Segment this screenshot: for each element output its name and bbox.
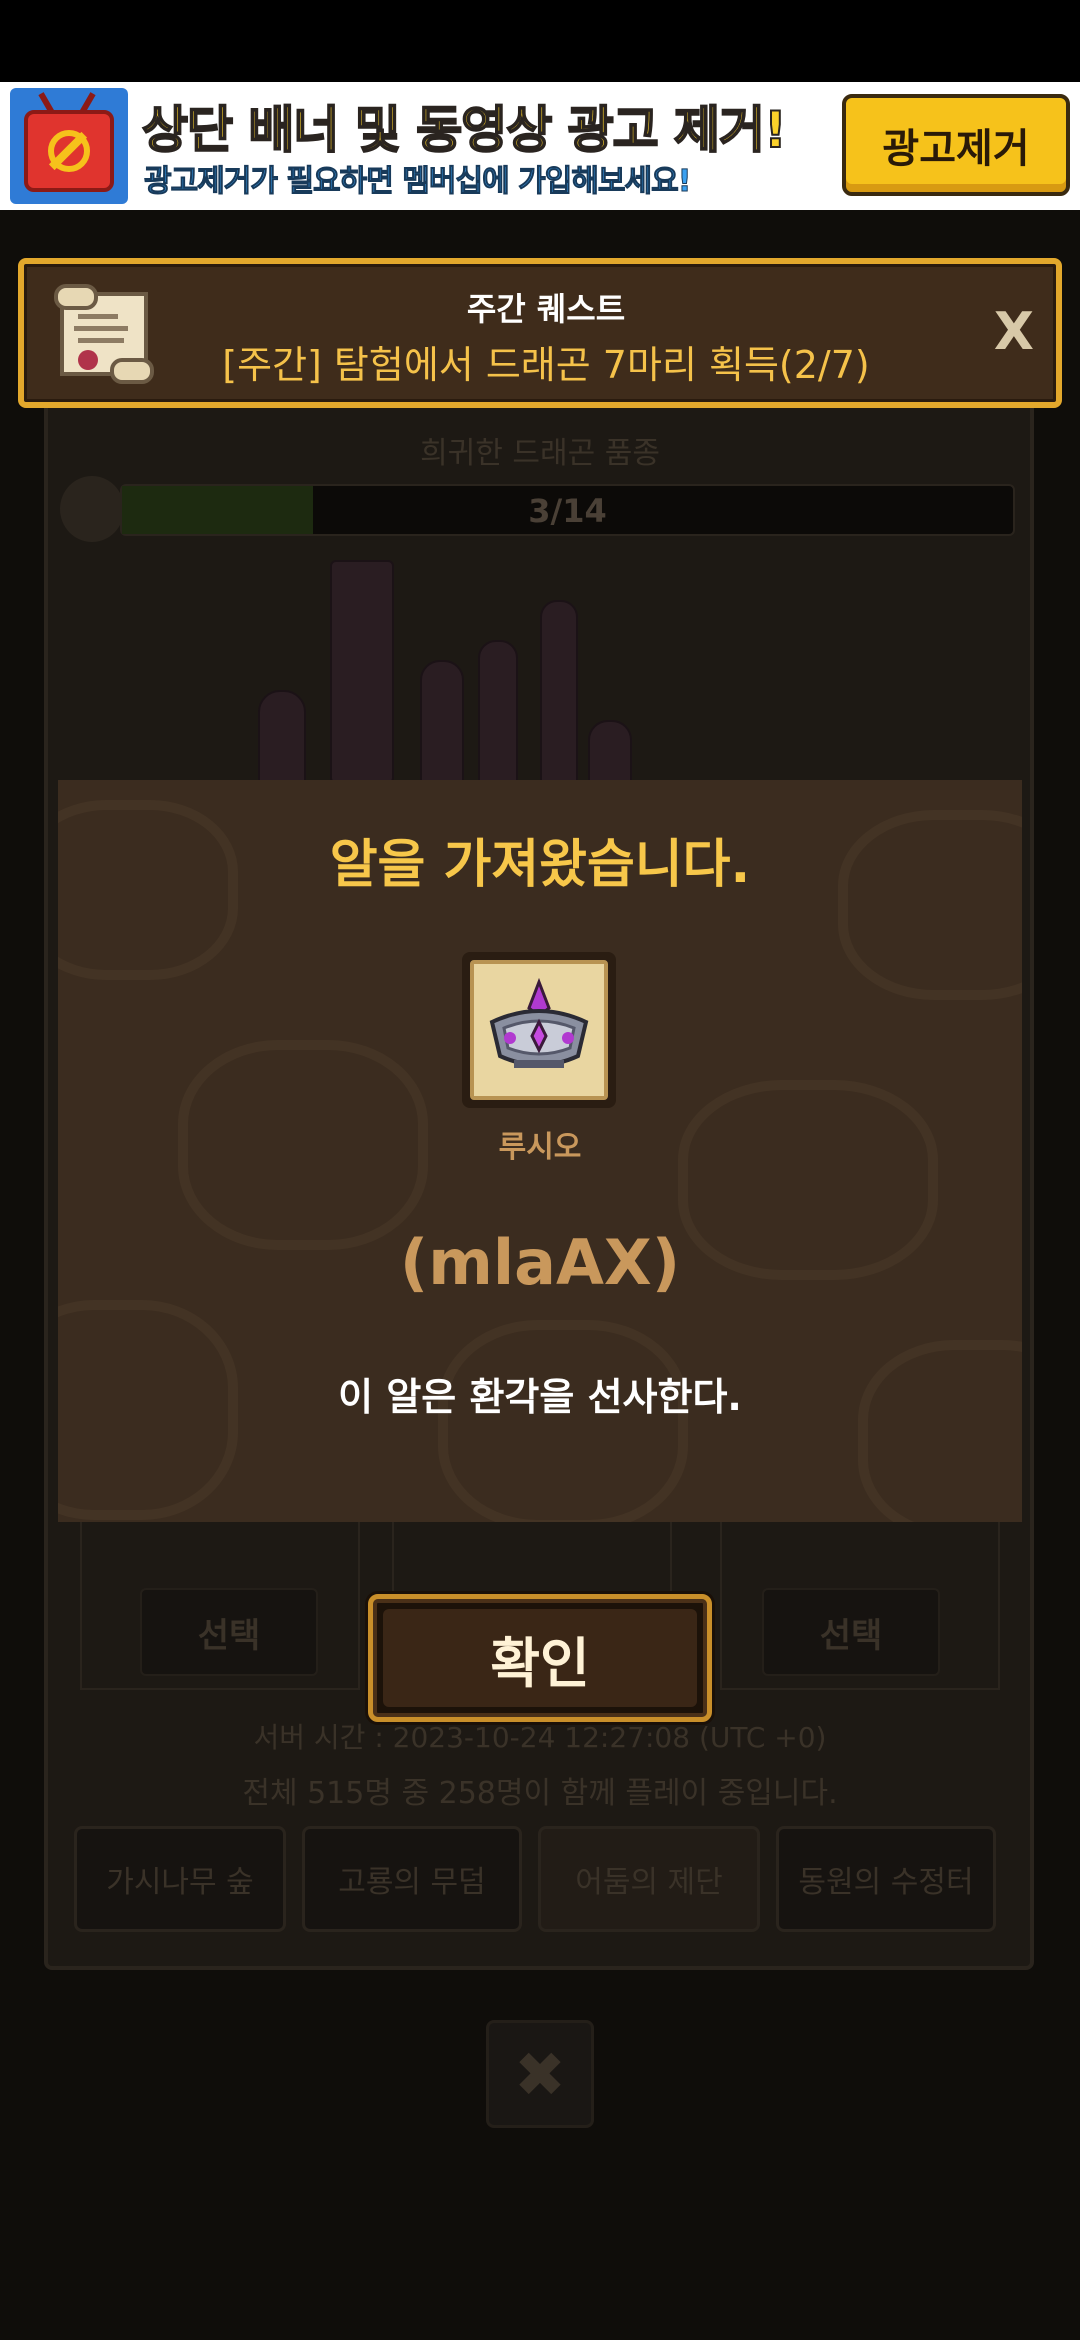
background-egg-label: 희귀한 드래곤 품종	[420, 436, 660, 471]
ad-title: 상단 배너 및 동영상 광고 제거!	[141, 100, 788, 160]
egg-description: 이 알은 환각을 선사한다.	[338, 1375, 742, 1419]
quest-close-button[interactable]: X	[994, 302, 1034, 362]
select-button-right[interactable]: 선택	[762, 1588, 940, 1676]
status-bar	[0, 0, 1080, 82]
confirm-button-label: 확인	[490, 1631, 590, 1695]
tab-dragon-tomb[interactable]: 고룡의 무덤	[302, 1826, 522, 1932]
hatch-progress-text: 3/14	[528, 492, 607, 530]
hatch-progress-bar: 3/14	[120, 484, 1015, 536]
remove-ads-button[interactable]: 광고제거	[842, 94, 1070, 196]
quest-title: 주간 퀘스트	[466, 290, 626, 328]
no-ads-tv-icon	[10, 88, 128, 204]
egg-result-modal: 알을 가져왔습니다. 루시오 (mlaAX) 이 알은 환각을 선사한다.	[58, 780, 1022, 1522]
egg-code: (mlaAX)	[399, 1226, 681, 1299]
tab-crystal-field[interactable]: 동원의 수정터	[776, 1826, 996, 1932]
egg-name: 루시오	[498, 1130, 582, 1165]
weekly-quest-banner[interactable]: 주간 퀘스트 [주간] 탐험에서 드래곤 7마리 획득(2/7) X	[18, 258, 1062, 408]
ad-subtitle: 광고제거가 필요하면 멤버십에 가입해보세요!	[143, 164, 691, 200]
egg-card	[462, 952, 616, 1108]
select-button-left[interactable]: 선택	[140, 1588, 318, 1676]
tab-dark-altar[interactable]: 어둠의 제단	[538, 1826, 760, 1932]
confirm-button[interactable]: 확인	[368, 1594, 712, 1722]
background-close-button[interactable]: ✖	[486, 2020, 594, 2128]
egg-icon	[489, 977, 589, 1068]
tab-thorn-forest[interactable]: 가시나무 숲	[74, 1826, 286, 1932]
server-time: 서버 시간 : 2023-10-24 12:27:08 (UTC +0)	[253, 1721, 827, 1754]
player-count: 전체 515명 중 258명이 함께 플레이 중입니다.	[242, 1776, 838, 1811]
ad-banner[interactable]: 상단 배너 및 동영상 광고 제거! 광고제거가 필요하면 멤버십에 가입해보세…	[0, 82, 1080, 210]
quest-description: [주간] 탐험에서 드래곤 7마리 획득(2/7)	[222, 343, 870, 387]
modal-title: 알을 가져왔습니다.	[329, 835, 751, 895]
hatch-progress-icon	[60, 476, 124, 542]
